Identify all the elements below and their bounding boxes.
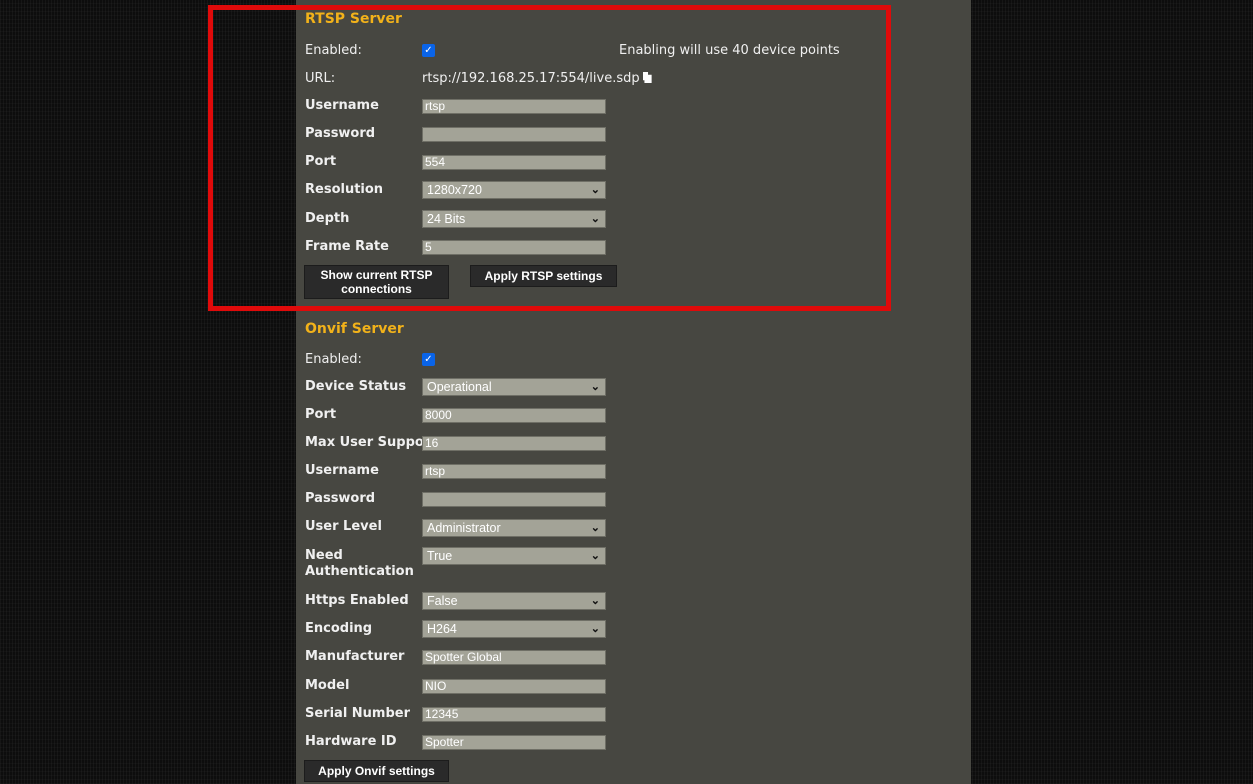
checkmark-icon: ✓ — [424, 354, 433, 365]
chevron-down-icon: ⌄ — [590, 522, 600, 534]
onvif-section-title: Onvif Server — [305, 321, 404, 337]
rtsp-highlight-box — [208, 5, 891, 311]
onvif-max-user-label: Max User Support — [305, 435, 437, 450]
onvif-enabled-label: Enabled: — [305, 352, 362, 367]
onvif-need-auth-select[interactable]: True ⌄ — [422, 547, 606, 565]
onvif-encoding-value: H264 — [427, 622, 457, 636]
onvif-max-user-input[interactable]: 16 — [422, 436, 606, 451]
chevron-down-icon: ⌄ — [590, 550, 600, 562]
onvif-user-level-select[interactable]: Administrator ⌄ — [422, 519, 606, 537]
onvif-device-status-value: Operational — [427, 380, 492, 394]
onvif-encoding-label: Encoding — [305, 621, 373, 636]
onvif-serial-label: Serial Number — [305, 706, 411, 721]
onvif-serial-input[interactable]: 12345 — [422, 707, 606, 722]
onvif-port-input[interactable]: 8000 — [422, 408, 606, 423]
onvif-model-input[interactable]: NIO — [422, 679, 606, 694]
onvif-hardware-label: Hardware ID — [305, 734, 397, 749]
onvif-https-value: False — [427, 594, 458, 608]
onvif-manufacturer-label: Manufacturer — [305, 649, 405, 664]
onvif-password-label: Password — [305, 491, 376, 506]
onvif-device-status-label: Device Status — [305, 379, 407, 394]
onvif-https-select[interactable]: False ⌄ — [422, 592, 606, 610]
onvif-https-label: Https Enabled — [305, 593, 409, 608]
onvif-need-auth-line2: Authentication — [305, 564, 414, 579]
onvif-hardware-input[interactable]: Spotter — [422, 735, 606, 750]
onvif-need-auth-line1: Need — [305, 548, 343, 563]
onvif-username-label: Username — [305, 463, 379, 478]
onvif-need-auth-label: Need Authentication — [305, 548, 414, 580]
chevron-down-icon: ⌄ — [590, 381, 600, 393]
onvif-user-level-label: User Level — [305, 519, 382, 534]
chevron-down-icon: ⌄ — [590, 623, 600, 635]
onvif-username-input[interactable]: rtsp — [422, 464, 606, 479]
onvif-port-label: Port — [305, 407, 337, 422]
onvif-manufacturer-input[interactable]: Spotter Global — [422, 650, 606, 665]
onvif-enabled-checkbox[interactable]: ✓ — [422, 353, 435, 366]
onvif-encoding-select[interactable]: H264 ⌄ — [422, 620, 606, 638]
onvif-password-input[interactable] — [422, 492, 606, 507]
onvif-device-status-select[interactable]: Operational ⌄ — [422, 378, 606, 396]
chevron-down-icon: ⌄ — [590, 595, 600, 607]
onvif-model-label: Model — [305, 678, 350, 693]
onvif-user-level-value: Administrator — [427, 521, 501, 535]
apply-onvif-settings-button[interactable]: Apply Onvif settings — [304, 760, 449, 782]
onvif-need-auth-value: True — [427, 549, 453, 563]
